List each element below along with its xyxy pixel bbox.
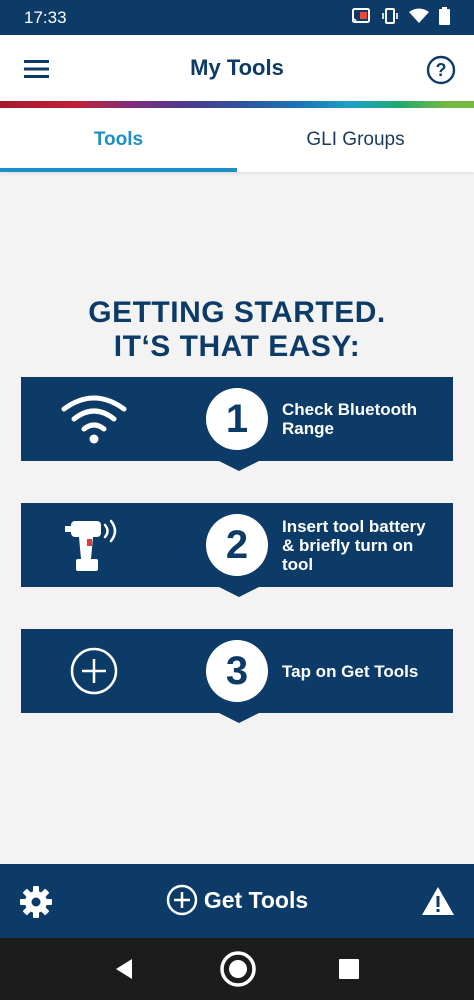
- svg-text:?: ?: [436, 60, 447, 80]
- help-button[interactable]: ?: [426, 55, 456, 90]
- status-icons: [351, 7, 450, 25]
- status-time: 17:33: [24, 8, 67, 27]
- active-tab-indicator: [0, 168, 237, 172]
- bottom-action-bar: Get Tools: [0, 864, 474, 938]
- step-2-pointer: [217, 586, 261, 597]
- nav-back-button[interactable]: [112, 952, 136, 991]
- vibrate-icon: [382, 8, 398, 24]
- help-icon: ?: [426, 55, 456, 85]
- warning-icon: [422, 887, 454, 915]
- add-circle-icon: [166, 884, 198, 916]
- warning-button[interactable]: [421, 886, 455, 921]
- step-3-icon-container: [61, 643, 127, 699]
- step-3-text: Tap on Get Tools: [282, 661, 419, 681]
- brand-color-strip: [0, 101, 474, 108]
- getting-started-heading: GETTING STARTED. IT‘S THAT EASY:: [0, 296, 474, 364]
- back-triangle-icon: [116, 959, 132, 979]
- tab-bar: Tools GLI Groups: [0, 108, 474, 172]
- page-title: My Tools: [190, 55, 284, 80]
- home-circle-icon: [220, 951, 256, 987]
- tab-gli-groups[interactable]: GLI Groups: [237, 108, 474, 172]
- step-1-number: 1: [206, 388, 268, 450]
- wifi-status-icon: [409, 8, 429, 23]
- step-3-pointer: [217, 712, 261, 723]
- step-2-card: 2 Insert tool battery & briefly turn on …: [21, 503, 453, 597]
- heading-line-2: IT‘S THAT EASY:: [113, 330, 361, 363]
- step-2-text: Insert tool battery & briefly turn on to…: [282, 516, 426, 574]
- status-bar: 17:33: [0, 0, 474, 35]
- step-3-card: 3 Tap on Get Tools: [21, 629, 453, 723]
- step-1-icon-container: [61, 391, 127, 447]
- get-tools-label: Get Tools: [203, 886, 309, 913]
- get-tools-button[interactable]: Get Tools: [0, 884, 474, 916]
- step-2-icon-container: [61, 517, 127, 573]
- step-1-text: Check Bluetooth Range: [282, 400, 418, 438]
- heading-line-1: GETTING STARTED.: [88, 296, 386, 329]
- step-1-card: 1 Check Bluetooth Range: [21, 377, 453, 471]
- step-3-number: 3: [206, 640, 268, 702]
- power-drill-icon: [65, 519, 117, 571]
- app-bar: My Tools ?: [0, 35, 474, 101]
- nav-home-button[interactable]: [219, 950, 257, 993]
- system-nav-bar: [0, 938, 474, 1000]
- nav-recents-button[interactable]: [338, 958, 360, 985]
- tab-tools[interactable]: Tools: [0, 108, 237, 172]
- add-circle-icon: [70, 647, 118, 695]
- recents-square-icon: [339, 959, 359, 979]
- cast-icon: [352, 8, 370, 23]
- battery-icon: [439, 7, 450, 25]
- step-2-number: 2: [206, 514, 268, 576]
- step-1-pointer: [217, 460, 261, 471]
- wifi-icon: [61, 395, 127, 444]
